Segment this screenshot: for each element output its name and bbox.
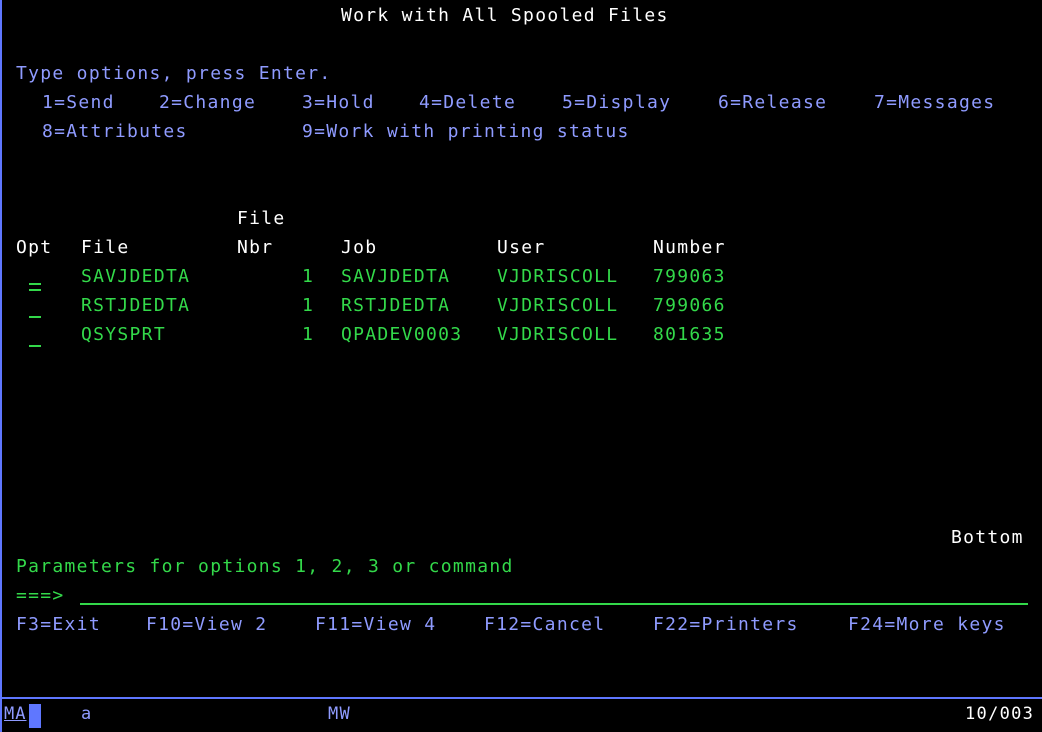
row-file: SAVJDEDTA: [81, 266, 191, 287]
row-user: VJDRISCOLL: [497, 295, 619, 316]
command-prompt-arrow: ===>: [16, 585, 65, 606]
column-header-file-nbr-bottom: Nbr: [237, 237, 274, 258]
function-key-f12-cancel[interactable]: F12=Cancel: [484, 616, 605, 634]
command-input[interactable]: [80, 603, 1028, 605]
status-input-indicator: MW: [328, 704, 352, 724]
function-key-f22-printers[interactable]: F22=Printers: [653, 616, 799, 634]
column-header-file: File: [81, 237, 130, 258]
row-job: QPADEV0003: [341, 324, 463, 345]
column-header-number: Number: [653, 237, 726, 258]
row-job-number: 799063: [653, 266, 726, 287]
row-job: RSTJDEDTA: [341, 295, 451, 316]
list-position-indicator: Bottom: [951, 527, 1024, 548]
column-header-user: User: [497, 237, 546, 258]
status-cursor-block: [29, 704, 41, 728]
option-send: 1=Send: [42, 92, 115, 113]
row-option-input[interactable]: [29, 345, 41, 347]
function-key-f24-more-keys[interactable]: F24=More keys: [848, 616, 1006, 634]
option-delete: 4=Delete: [419, 92, 517, 113]
command-parameters-label: Parameters for options 1, 2, 3 or comman…: [16, 556, 514, 577]
function-key-f3-exit[interactable]: F3=Exit: [16, 616, 101, 634]
row-user: VJDRISCOLL: [497, 266, 619, 287]
row-file: QSYSPRT: [81, 324, 166, 345]
status-bar-divider: [0, 697, 1042, 699]
function-key-f10-view2[interactable]: F10=View 2: [146, 616, 267, 634]
row-file: RSTJDEDTA: [81, 295, 191, 316]
row-option-input[interactable]: [29, 283, 41, 291]
row-job-number: 801635: [653, 324, 726, 345]
option-change: 2=Change: [159, 92, 257, 113]
column-header-job: Job: [341, 237, 378, 258]
row-file-number: 1: [302, 295, 315, 316]
status-mode: a: [81, 704, 93, 724]
screen-title: Work with All Spooled Files: [341, 5, 669, 26]
row-job-number: 799066: [653, 295, 726, 316]
row-option-input[interactable]: [29, 316, 41, 318]
screen-frame-left: [0, 0, 2, 732]
option-release: 6=Release: [718, 92, 828, 113]
instructions-prompt: Type options, press Enter.: [16, 63, 332, 84]
option-display: 5=Display: [562, 92, 672, 113]
row-user: VJDRISCOLL: [497, 324, 619, 345]
row-file-number: 1: [302, 266, 315, 287]
function-key-f11-view4[interactable]: F11=View 4: [315, 616, 436, 634]
column-header-file-nbr-top: File: [237, 208, 286, 229]
session-indicator: MA: [4, 704, 27, 724]
option-work-printing-status: 9=Work with printing status: [302, 121, 630, 142]
option-hold: 3=Hold: [302, 92, 375, 113]
row-file-number: 1: [302, 324, 315, 345]
row-job: SAVJDEDTA: [341, 266, 451, 287]
option-attributes: 8=Attributes: [42, 121, 188, 142]
column-header-opt: Opt: [16, 237, 53, 258]
option-messages: 7=Messages: [874, 92, 996, 113]
cursor-position: 10/003: [965, 704, 1035, 724]
